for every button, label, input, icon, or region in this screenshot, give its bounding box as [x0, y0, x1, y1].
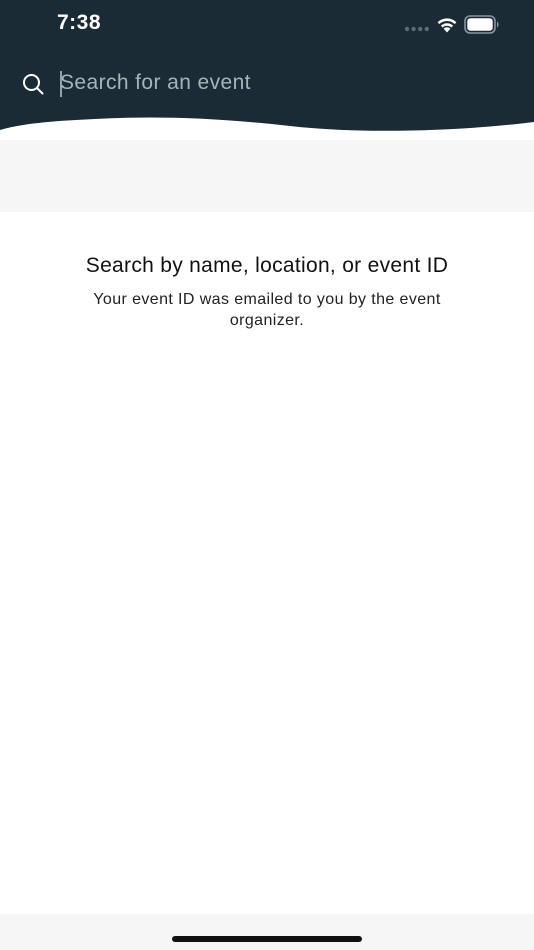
search-input[interactable] [60, 65, 500, 101]
home-indicator[interactable] [172, 936, 362, 942]
status-time: 7:38 [57, 11, 102, 34]
empty-state: Search by name, location, or event ID Yo… [60, 253, 474, 331]
cellular-signal-icon [404, 26, 429, 32]
empty-state-subtitle: Your event ID was emailed to you by the … [93, 291, 441, 329]
search-bar[interactable] [0, 60, 534, 106]
app-header: 7:38 [0, 0, 534, 140]
battery-icon [464, 15, 499, 34]
status-bar: 7:38 [0, 0, 534, 50]
header-spacer-band [0, 140, 534, 212]
search-icon[interactable] [21, 72, 45, 96]
wifi-icon [437, 18, 457, 33]
empty-state-title: Search by name, location, or event ID [85, 254, 449, 277]
home-indicator-area [0, 914, 534, 950]
